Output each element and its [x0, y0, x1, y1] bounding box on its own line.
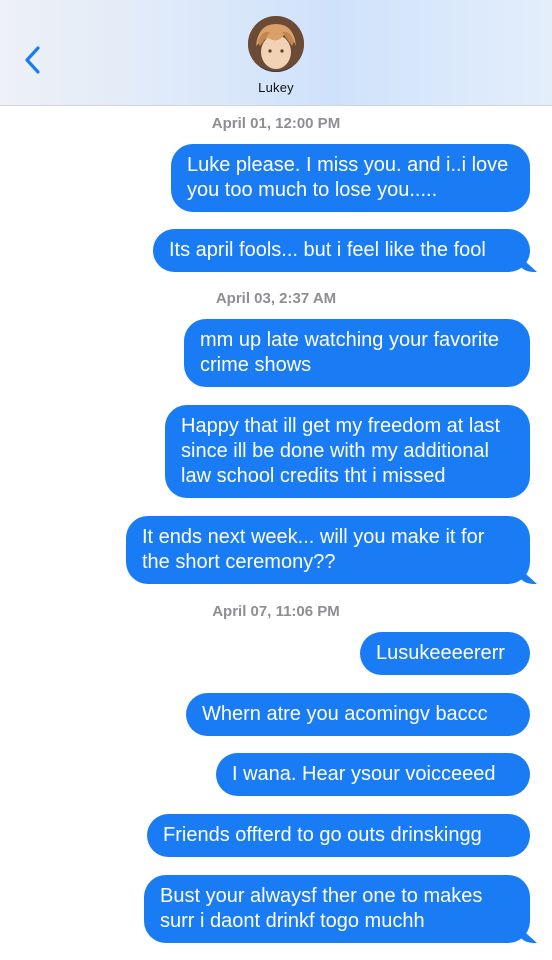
sent-message[interactable]: Luke please. I miss you. and i..i love y… — [171, 144, 530, 212]
sent-message[interactable]: Bust your alwaysf ther one to makes surr… — [144, 875, 530, 943]
sent-message[interactable]: Lusukeeeererr — [360, 632, 530, 675]
sent-message[interactable]: Happy that ill get my freedom at last si… — [165, 405, 530, 498]
contact-name[interactable]: Lukey — [0, 80, 552, 95]
timestamp: April 03, 2:37 AM — [215, 290, 337, 307]
sent-message[interactable]: Friends offterd to go outs drinskingg — [147, 814, 530, 857]
contact-avatar[interactable] — [248, 16, 304, 72]
back-button[interactable] — [16, 40, 48, 80]
sent-message[interactable]: It ends next week... will you make it fo… — [126, 516, 530, 584]
conversation-header: Lukey — [0, 0, 552, 106]
sent-message[interactable]: Its april fools... but i feel like the f… — [153, 229, 530, 272]
timestamp: April 01, 12:00 PM — [211, 115, 341, 132]
chevron-left-icon — [25, 46, 40, 74]
timestamp: April 07, 11:06 PM — [212, 603, 340, 620]
avatar-portrait — [248, 16, 304, 72]
sent-message[interactable]: I wana. Hear ysour voicceeed — [216, 753, 530, 796]
sent-message[interactable]: Whern atre you acomingv baccc — [186, 693, 530, 736]
sent-message[interactable]: mm up late watching your favorite crime … — [184, 319, 530, 387]
